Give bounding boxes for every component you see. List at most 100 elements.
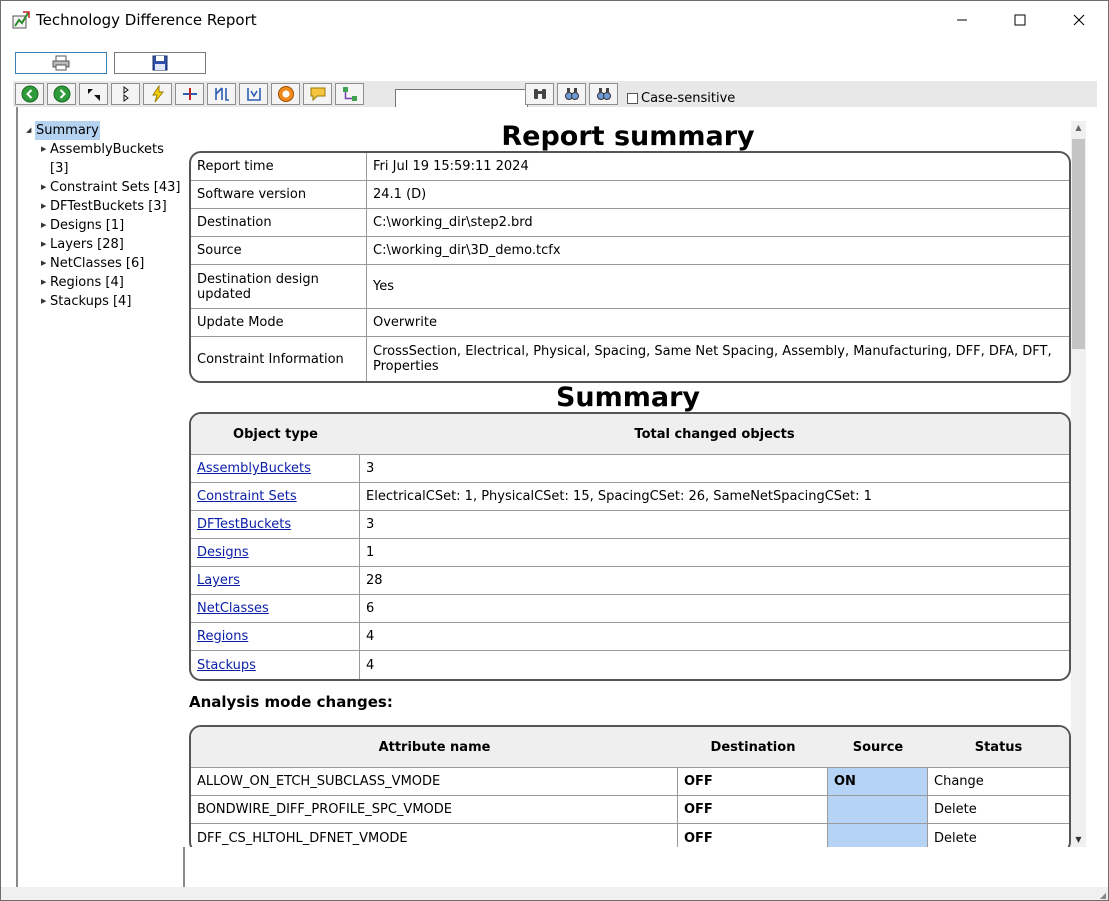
report-key: Destination [191, 209, 367, 237]
report-content: Report summary Report time Fri Jul 19 15… [183, 107, 1087, 847]
forward-button[interactable] [47, 83, 76, 105]
collapsed-triangle-icon[interactable]: ▶ [41, 273, 50, 292]
tree-item-assemblybuckets[interactable]: ▶ AssemblyBuckets [3] [41, 140, 181, 178]
collapsed-triangle-icon[interactable]: ▶ [41, 254, 50, 273]
summary-total: 1 [360, 539, 1069, 567]
expand-all-button[interactable] [79, 83, 108, 105]
find-prev-button[interactable] [589, 83, 618, 105]
find-next-button[interactable] [557, 83, 586, 105]
report-value: CrossSection, Electrical, Physical, Spac… [373, 344, 1052, 374]
scroll-down-icon[interactable]: ▼ [1071, 833, 1086, 847]
scrollbar-thumb[interactable] [1072, 139, 1085, 349]
tree-item-label: Constraint Sets [43] [50, 180, 181, 195]
find-button[interactable] [525, 83, 554, 105]
save-button[interactable] [114, 52, 206, 74]
attribute-name: ALLOW_ON_ETCH_SUBCLASS_VMODE [191, 768, 678, 796]
tree-item-layers[interactable]: ▶ Layers [28] [41, 235, 181, 254]
analysis-mode-table: Attribute name Destination Source Status… [189, 725, 1071, 847]
expanded-triangle-icon[interactable]: ◢ [26, 121, 35, 140]
app-icon [12, 11, 30, 29]
tree-root-summary[interactable]: ◢ Summary [26, 121, 181, 140]
summary-total: 4 [366, 657, 375, 673]
source-value: ON [828, 768, 928, 796]
target-icon [277, 86, 294, 102]
summary-link-designs[interactable]: Designs [197, 545, 249, 560]
lightning-button[interactable] [143, 83, 172, 105]
tree-item-constraint-sets[interactable]: ▶ Constraint Sets [43] [41, 178, 181, 197]
search-input[interactable] [395, 89, 528, 108]
tree-item-label: Layers [28] [50, 237, 124, 252]
table-row: Software version 24.1 (D) [191, 181, 1069, 209]
tree-item-label: DFTestBuckets [3] [50, 199, 167, 214]
tree-item-stackups[interactable]: ▶ Stackups [4] [41, 292, 181, 311]
table-row: Constraint Sets ElectricalCSet: 1, Physi… [191, 483, 1069, 511]
summary-link-regions[interactable]: Regions [197, 629, 248, 644]
report-value: C:\working_dir\3D_demo.tcfx [367, 237, 1069, 265]
back-icon [21, 85, 38, 103]
column-header: Attribute name [191, 727, 678, 768]
status-value: Delete [928, 796, 1069, 824]
summary-link-constraint-sets[interactable]: Constraint Sets [197, 489, 297, 504]
destination-value: OFF [678, 768, 828, 796]
summary-link-assemblybuckets[interactable]: AssemblyBuckets [197, 461, 311, 476]
collapsed-triangle-icon[interactable]: ▶ [41, 216, 50, 235]
report-key: Destination design updated [191, 265, 367, 309]
case-sensitive-checkbox[interactable] [627, 93, 638, 104]
summary-total: 28 [360, 567, 1069, 595]
destination-value: OFF [678, 824, 828, 847]
table-row: Update Mode Overwrite [191, 309, 1069, 337]
tree-item-regions[interactable]: ▶ Regions [4] [41, 273, 181, 292]
filter-alt-button[interactable] [239, 83, 268, 105]
attribute-name: BONDWIRE_DIFF_PROFILE_SPC_VMODE [191, 796, 678, 824]
tree-item-dftestbuckets[interactable]: ▶ DFTestBuckets [3] [41, 197, 181, 216]
report-value: Yes [367, 265, 1069, 309]
minimize-button[interactable] [933, 1, 991, 39]
summary-total: ElectricalCSet: 1, PhysicalCSet: 15, Spa… [360, 483, 1069, 511]
tree-icon [342, 87, 357, 101]
floppy-disk-icon [152, 55, 168, 71]
print-button[interactable] [15, 52, 107, 74]
filter-icon [214, 87, 229, 101]
maximize-button[interactable] [991, 1, 1049, 39]
table-row: Regions 4 [191, 623, 1069, 651]
tree-view-button[interactable] [335, 83, 364, 105]
comment-icon [310, 87, 325, 102]
table-row: AssemblyBuckets 3 [191, 455, 1069, 483]
collapsed-triangle-icon[interactable]: ▶ [41, 235, 50, 254]
summary-total: 3 [360, 455, 1069, 483]
collapsed-triangle-icon[interactable]: ▶ [41, 140, 50, 178]
analysis-mode-heading: Analysis mode changes: [189, 693, 393, 711]
comment-button[interactable] [303, 83, 332, 105]
tree-item-designs[interactable]: ▶ Designs [1] [41, 216, 181, 235]
summary-link-stackups[interactable]: Stackups [197, 658, 256, 673]
case-sensitive-option[interactable]: Case-sensitive [627, 91, 735, 106]
back-button[interactable] [15, 83, 44, 105]
scroll-up-icon[interactable]: ▲ [1071, 121, 1086, 135]
column-header: Source [828, 727, 928, 768]
collapse-all-button[interactable] [111, 83, 140, 105]
report-key: Constraint Information [191, 337, 367, 381]
collapsed-triangle-icon[interactable]: ▶ [41, 292, 50, 311]
target-button[interactable] [271, 83, 300, 105]
summary-total: 4 [360, 623, 1069, 651]
table-header-row: Attribute name Destination Source Status [191, 727, 1069, 768]
case-sensitive-label: Case-sensitive [641, 91, 736, 106]
report-value: Fri Jul 19 15:59:11 2024 [367, 153, 1069, 181]
collapsed-triangle-icon[interactable]: ▶ [41, 178, 50, 197]
tree-item-netclasses[interactable]: ▶ NetClasses [6] [41, 254, 181, 273]
report-summary-table: Report time Fri Jul 19 15:59:11 2024 Sof… [189, 151, 1071, 383]
collapsed-triangle-icon[interactable]: ▶ [41, 197, 50, 216]
toolbar: Case-sensitive [13, 81, 1097, 108]
column-header: Total changed objects [360, 414, 1069, 455]
table-row: Source C:\working_dir\3D_demo.tcfx [191, 237, 1069, 265]
close-button[interactable] [1050, 1, 1108, 39]
summary-link-netclasses[interactable]: NetClasses [197, 601, 269, 616]
summary-link-dftestbuckets[interactable]: DFTestBuckets [197, 517, 291, 532]
filter-button[interactable] [207, 83, 236, 105]
summary-link-layers[interactable]: Layers [197, 573, 240, 588]
vertical-scrollbar[interactable]: ▲ ▼ [1071, 121, 1086, 847]
column-header: Status [928, 727, 1069, 768]
resize-grip-icon[interactable]: ◢ [1100, 891, 1106, 900]
add-marker-button[interactable] [175, 83, 204, 105]
table-row: Destination design updated Yes [191, 265, 1069, 309]
